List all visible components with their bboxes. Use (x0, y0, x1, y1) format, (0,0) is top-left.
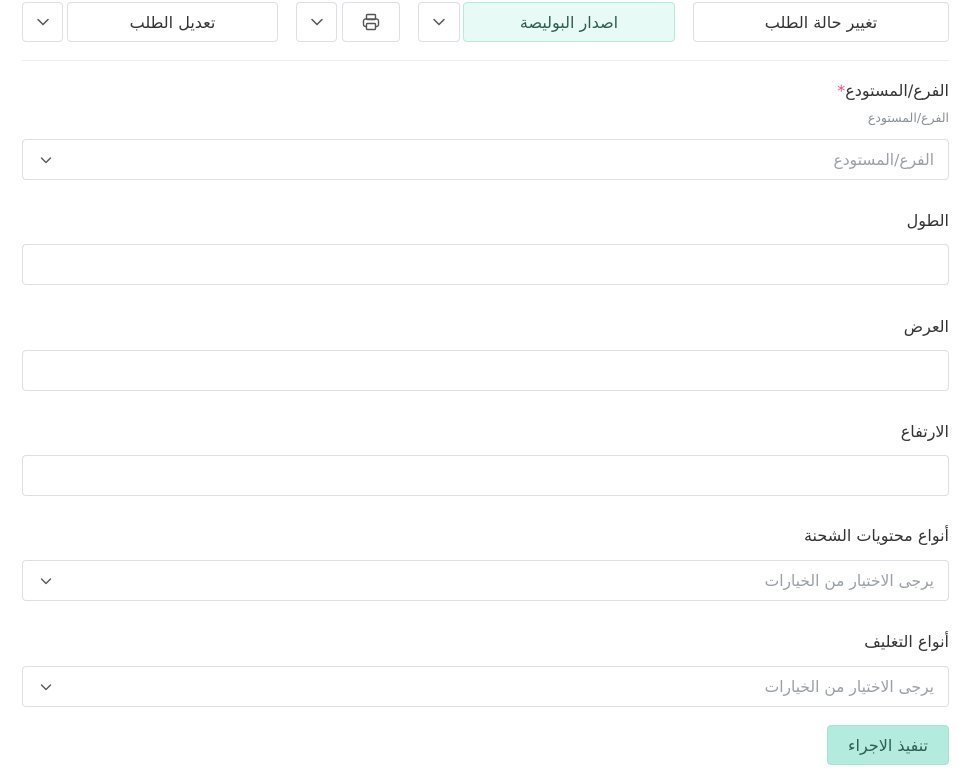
issue-policy-dropdown-button[interactable] (418, 2, 460, 42)
branch-label: الفرع/المستودع (845, 81, 949, 100)
chevron-down-icon (39, 140, 53, 179)
length-input[interactable] (23, 245, 948, 284)
chevron-down-icon (310, 18, 323, 26)
length-field[interactable] (22, 244, 949, 285)
edit-order-label: تعديل الطلب (129, 12, 216, 32)
packaging-types-select[interactable]: يرجى الاختيار من الخيارات (22, 666, 949, 707)
required-mark: * (837, 81, 846, 100)
edit-order-dropdown-button[interactable] (22, 2, 63, 42)
change-status-button[interactable]: تغيير حالة الطلب (693, 2, 949, 42)
branch-label-row: الفرع/المستودع* (831, 81, 949, 100)
content-types-placeholder: يرجى الاختيار من الخيارات (764, 571, 934, 590)
packaging-types-placeholder: يرجى الاختيار من الخيارات (764, 677, 934, 696)
length-label: الطول (906, 211, 949, 230)
more-actions-dropdown-button[interactable] (296, 2, 337, 42)
toolbar-divider (22, 60, 949, 61)
branch-hint: الفرع/المستودع (867, 110, 949, 125)
height-input[interactable] (23, 456, 948, 495)
packaging-types-label: أنواع التغليف (864, 632, 949, 651)
width-field[interactable] (22, 350, 949, 391)
branch-select-placeholder: الفرع/المستودع (833, 150, 934, 169)
print-button[interactable] (342, 2, 400, 42)
chevron-down-icon (39, 561, 53, 600)
height-field[interactable] (22, 455, 949, 496)
chevron-down-icon (36, 18, 49, 26)
width-label: العرض (903, 317, 949, 336)
execute-action-button[interactable]: تنفيذ الاجراء (827, 725, 949, 765)
edit-order-button[interactable]: تعديل الطلب (67, 2, 278, 42)
chevron-down-icon (39, 667, 53, 706)
issue-policy-button[interactable]: اصدار البوليصة (463, 2, 675, 42)
issue-policy-label: اصدار البوليصة (519, 12, 619, 32)
branch-select[interactable]: الفرع/المستودع (22, 139, 949, 180)
change-status-label: تغيير حالة الطلب (764, 12, 878, 32)
execute-action-label: تنفيذ الاجراء (848, 735, 928, 755)
printer-icon (362, 13, 380, 31)
chevron-down-icon (433, 18, 445, 26)
width-input[interactable] (23, 351, 948, 390)
height-label: الارتفاع (900, 422, 949, 441)
content-types-label: أنواع محتويات الشحنة (803, 526, 949, 545)
content-types-select[interactable]: يرجى الاختيار من الخيارات (22, 560, 949, 601)
